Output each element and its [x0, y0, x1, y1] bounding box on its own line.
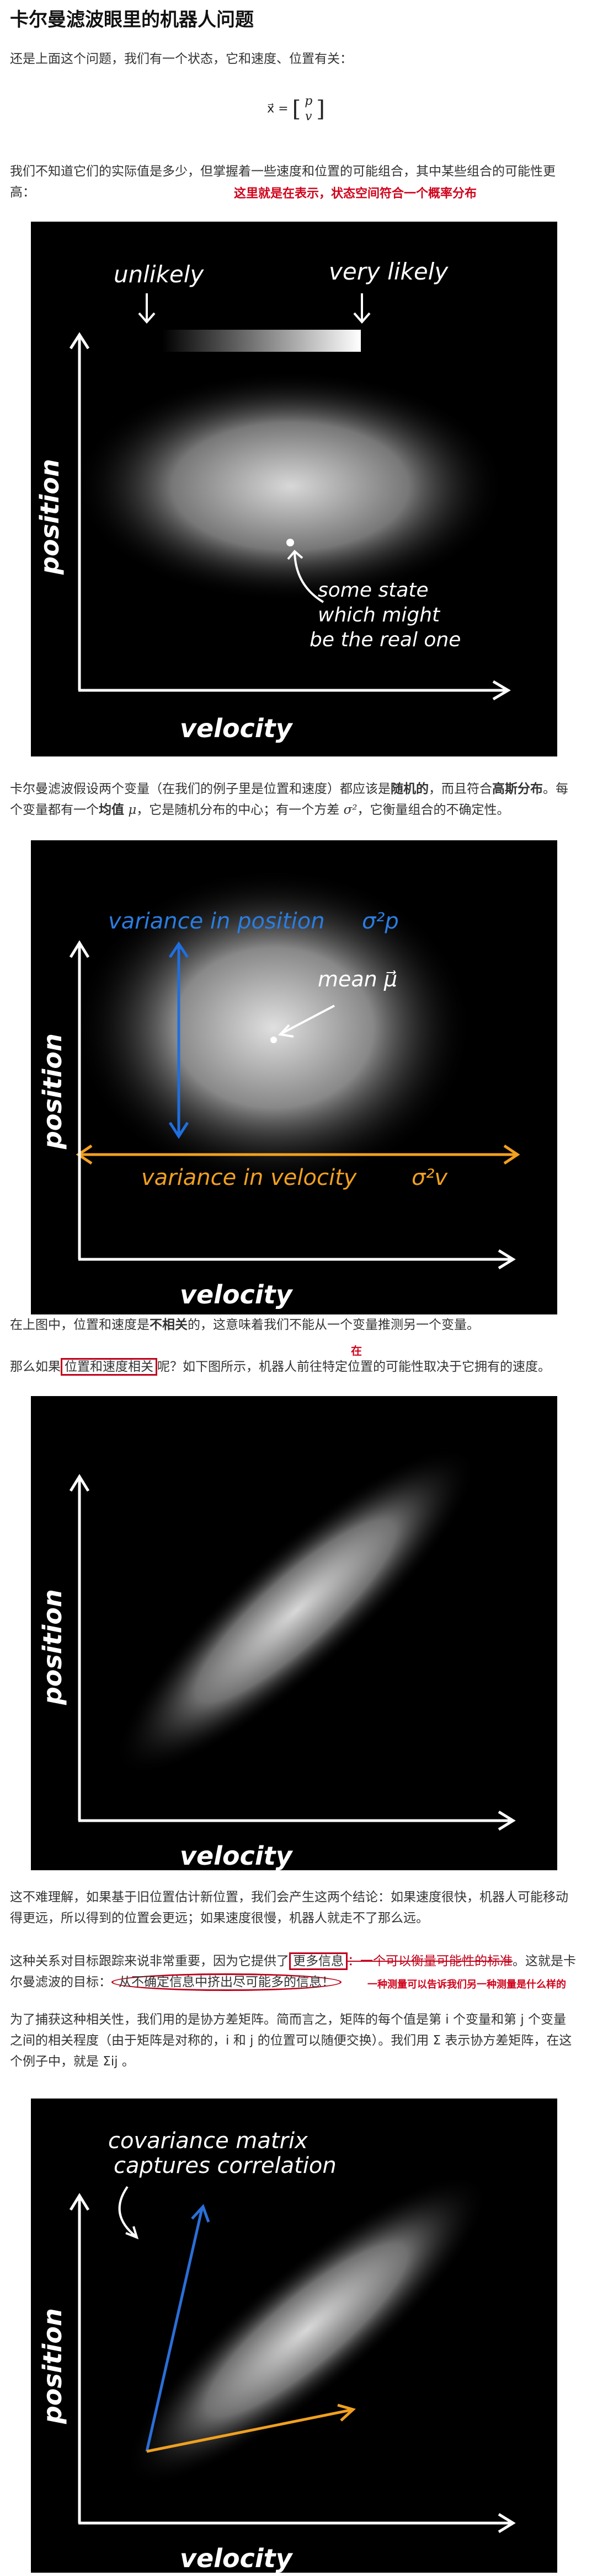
figure-variance: variance in position σ²p mean μ⃗ varianc…	[31, 840, 557, 1314]
x-axis	[78, 1249, 516, 1270]
para2-mean: 均值	[99, 803, 124, 817]
y-axis-label: position	[38, 1033, 67, 1150]
label-covariance-2: captures correlation	[114, 2153, 337, 2178]
label-variance-velocity: variance in velocity	[141, 1165, 358, 1190]
x-axis-label: velocity	[180, 2543, 294, 2573]
formula-top: p	[305, 94, 313, 108]
paragraph-3: 在上图中，位置和速度是不相关的，这意味着我们不能从一个变量推测另一个变量。	[10, 1314, 578, 1335]
state-dot	[286, 539, 294, 546]
label-sigma-p: σ²p	[362, 909, 399, 934]
para2-gauss: 高斯分布	[492, 782, 543, 796]
y-axis-label: position	[38, 1589, 67, 1705]
label-unlikely: unlikely	[114, 261, 204, 288]
y-axis	[69, 1474, 90, 1821]
y-axis-label: position	[35, 459, 65, 575]
para4-highlight-box: 位置和速度相关	[61, 1358, 157, 1376]
article: 卡尔曼滤波眼里的机器人问题 还是上面这个问题，我们有一个状态，它和速度、位置有关…	[0, 0, 592, 2576]
mean-dot	[270, 1037, 277, 1043]
paragraph-7: 为了捕获这种相关性，我们用的是协方差矩阵。简而言之，矩阵的每个值是第 i 个变量…	[10, 2012, 572, 2069]
figure-covariance: covariance matrix captures correlation v…	[31, 2099, 557, 2573]
para2-part-d: ，它是随机分布的中心；有一个方差	[136, 803, 340, 817]
para6-strikethrough: ：一个可以衡量可能性的标准	[348, 1954, 513, 1968]
figure-1-svg: unlikely very likely some state which mi…	[35, 258, 511, 743]
para4-part-b: 呢？如下图所示，机器人前往特定位置的可能性取决于它拥有的速度。	[157, 1360, 551, 1374]
label-some-state-1: some state	[318, 579, 429, 602]
para2-part-e: ，它衡量组合的不确定性。	[357, 803, 510, 817]
annotation-measurement: 一种测量可以告诉我们另一种测量是什么样的	[367, 1979, 566, 1990]
label-some-state-2: which might	[318, 604, 441, 626]
figure-2-svg: variance in position σ²p mean μ⃗ varianc…	[38, 868, 520, 1310]
annotation-zai: 在	[351, 1344, 362, 1357]
x-axis-label: velocity	[180, 713, 294, 743]
label-very-likely: very likely	[329, 258, 449, 285]
figure-correlated: velocity position	[31, 1396, 557, 1870]
label-some-state-3: be the real one	[310, 629, 461, 651]
x-axis	[78, 680, 511, 701]
annotation-probability: 这里就是在表示，状态空间符合一个概率分布	[234, 187, 477, 201]
x-axis-label: velocity	[180, 1841, 294, 1870]
formula-lhs: x⃗	[267, 102, 275, 116]
para2-random: 随机的	[391, 782, 429, 796]
label-sigma-v: σ²v	[412, 1165, 448, 1190]
paragraph-2: 卡尔曼滤波假设两个变量（在我们的例子里是位置和速度）都应该是随机的，而且符合高斯…	[10, 779, 578, 820]
paragraph-4: 那么如果 位置和速度相关 呢？如下图所示，机器人前往特定位置的可能性取决于它拥有的速…	[10, 1356, 578, 1377]
para3-part-a: 在上图中，位置和速度是	[10, 1318, 150, 1332]
para6-part-a: 这种关系对目标跟踪来说非常重要，因为它提供了	[10, 1954, 289, 1968]
para6-highlight-box: 更多信息	[289, 1952, 348, 1970]
paragraph-5: 这不难理解，如果基于旧位置估计新位置，我们会产生这两个结论：如果速度很快，机器人…	[10, 1890, 568, 1925]
x-axis	[78, 2513, 516, 2534]
para2-part-b: ，而且符合	[429, 782, 492, 796]
label-mean: mean μ⃗	[318, 967, 397, 991]
formula-bottom: v	[305, 110, 312, 124]
figure-probability-distribution: unlikely very likely some state which mi…	[31, 222, 557, 756]
para2-sigma: σ²	[343, 803, 358, 817]
para3-part-c: 的，这意味着我们不能从一个变量推测另一个变量。	[188, 1318, 479, 1332]
para3-uncorrelated: 不相关	[150, 1318, 188, 1332]
state-formula: x⃗ = [ p v ]	[267, 94, 325, 124]
formula-eq: =	[278, 102, 289, 116]
para4-part-a: 那么如果	[10, 1360, 61, 1374]
x-axis-label: velocity	[180, 1280, 294, 1310]
para2-mu: μ	[128, 803, 137, 817]
para2-part-a: 卡尔曼滤波假设两个变量（在我们的例子里是位置和速度）都应该是	[10, 782, 391, 796]
y-axis	[69, 2193, 90, 2523]
intro-paragraph: 还是上面这个问题，我们有一个状态，它和速度、位置有关：	[10, 52, 353, 66]
para6-circled: 从不确定信息中挤出尽可能多的信息！	[111, 1973, 342, 1991]
likelihood-bar	[162, 330, 361, 352]
figure-3-svg: velocity position	[38, 1446, 516, 1870]
y-axis-label: position	[38, 2308, 67, 2424]
label-covariance-1: covariance matrix	[108, 2128, 308, 2154]
x-axis	[78, 1810, 516, 1831]
figure-4-svg: covariance matrix captures correlation v…	[38, 2128, 516, 2573]
page-title: 卡尔曼滤波眼里的机器人问题	[10, 9, 254, 31]
label-variance-position: variance in position	[108, 909, 325, 934]
